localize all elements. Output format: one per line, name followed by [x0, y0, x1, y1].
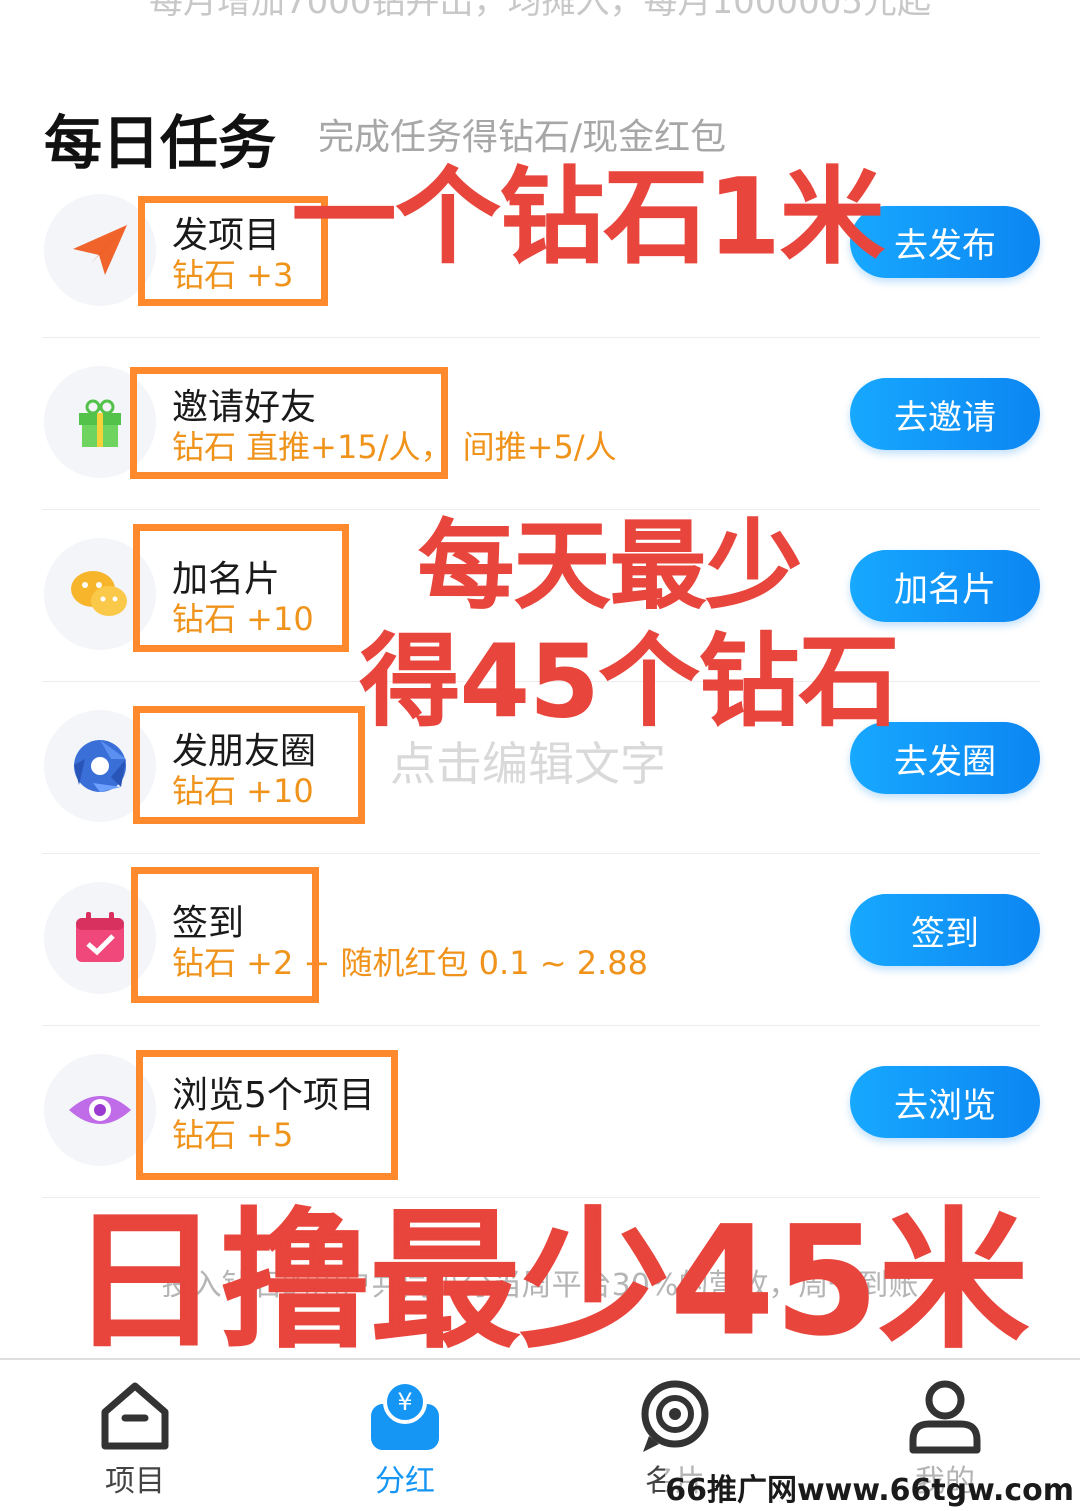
overlay-one-diamond: 一个钻石1米	[291, 156, 885, 279]
overlay-daily-earn: 日撸最少45米	[70, 1195, 1030, 1370]
task-row-invite: 邀请好友 钻石 直推+15/人， 间推+5/人 去邀请	[42, 338, 1040, 510]
checkin-button[interactable]: 签到	[850, 894, 1040, 966]
task-reward: 钻石 +3	[172, 256, 294, 294]
gift-icon	[44, 366, 156, 478]
wechat-icon	[44, 538, 156, 650]
nav-label: 分红	[375, 1464, 435, 1499]
site-watermark: 66推广网www.66tgw.com	[665, 1465, 1074, 1509]
truncated-header-text: 每月增加7000钻并出，均摊入，每月1000005元起	[149, 0, 931, 22]
overlay-daily-min-line2: 得45个钻石	[359, 623, 900, 741]
task-reward: 钻石 +10	[172, 772, 314, 810]
paper-plane-icon	[44, 194, 156, 306]
browse-button[interactable]: 去浏览	[850, 1066, 1040, 1138]
nav-item-dividend[interactable]: ¥ 分红	[270, 1360, 540, 1511]
svg-text:¥: ¥	[397, 1388, 412, 1416]
task-reward: 钻石 直推+15/人， 间推+5/人	[172, 428, 617, 466]
task-reward: 钻石 +5	[172, 1116, 294, 1154]
moments-shutter-icon	[44, 710, 156, 822]
home-icon	[95, 1376, 175, 1456]
nav-label: 项目	[105, 1464, 165, 1499]
eye-icon	[44, 1054, 156, 1166]
card-target-icon	[635, 1376, 715, 1456]
calendar-check-icon	[44, 882, 156, 994]
user-icon	[905, 1376, 985, 1456]
task-row-checkin: 签到 钻石 +2 + 随机红包 0.1 ~ 2.88 签到	[42, 854, 1040, 1026]
dividend-wallet-icon: ¥	[365, 1376, 445, 1456]
task-reward: 钻石 +10	[172, 600, 314, 638]
invite-button[interactable]: 去邀请	[850, 378, 1040, 450]
nav-item-projects[interactable]: 项目	[0, 1360, 270, 1511]
task-reward: 钻石 +2 + 随机红包 0.1 ~ 2.88	[172, 944, 648, 982]
